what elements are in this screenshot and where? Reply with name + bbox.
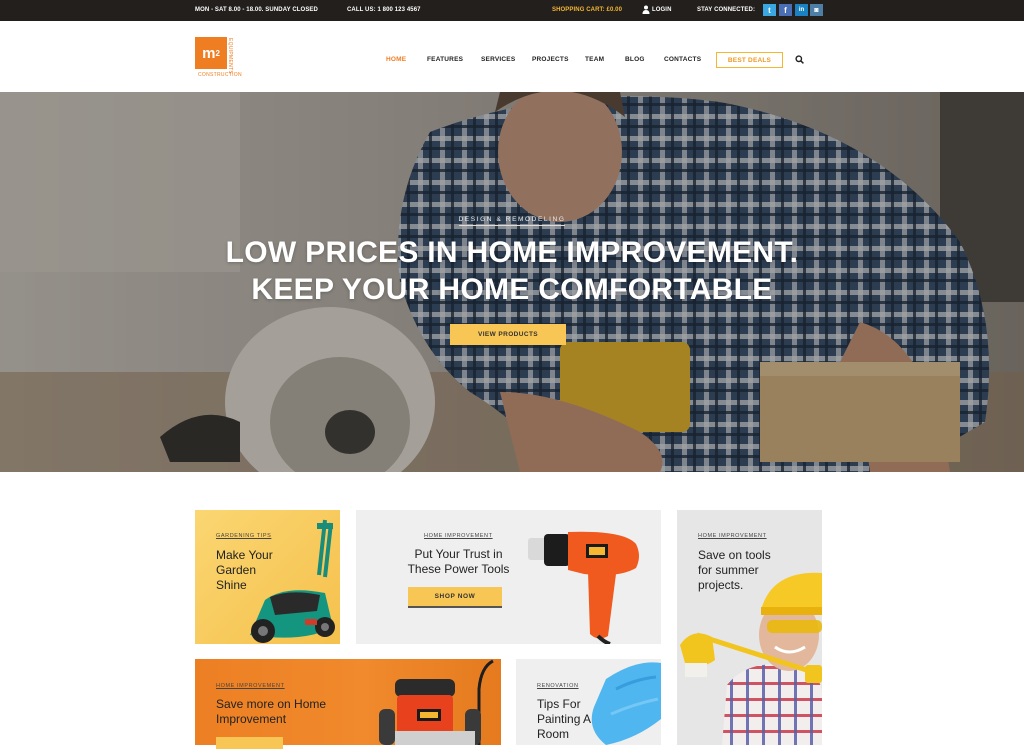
nav-services[interactable]: SERVICES: [481, 56, 515, 63]
nav-team[interactable]: TEAM: [585, 56, 604, 63]
nav-home[interactable]: HOME: [386, 56, 406, 63]
top-bar: MON - SAT 8.00 - 18.00. SUNDAY CLOSED CA…: [0, 0, 1024, 21]
heat-gun-image: [528, 531, 639, 644]
instagram-icon[interactable]: ◙: [810, 4, 823, 16]
shopping-cart-link[interactable]: SHOPPING CART: £0.00: [552, 7, 622, 13]
user-icon[interactable]: [642, 5, 650, 14]
promo-title: Make Your Garden Shine: [216, 548, 273, 592]
opening-hours: MON - SAT 8.00 - 18.00. SUNDAY CLOSED: [195, 7, 318, 13]
best-deals-button[interactable]: BEST DEALS: [716, 52, 783, 68]
nav-features[interactable]: FEATURES: [427, 56, 463, 63]
router-tool-image: [379, 659, 494, 745]
hero-title-line-1: LOW PRICES IN HOME IMPROVEMENT.: [225, 236, 799, 269]
promo-card-home-improvement[interactable]: HOME IMPROVEMENT Save more on Home Impro…: [195, 659, 501, 745]
home-improvement-button[interactable]: [216, 737, 283, 749]
nav-projects[interactable]: PROJECTS: [532, 56, 569, 63]
promo-tag[interactable]: RENOVATION: [537, 683, 579, 689]
promo-title: Save more on Home Improvement: [216, 697, 327, 726]
facebook-icon[interactable]: f: [779, 4, 792, 16]
shop-now-button[interactable]: SHOP NOW: [408, 587, 502, 608]
nav-contacts[interactable]: CONTACTS: [664, 56, 701, 63]
promo-card-renovation[interactable]: RENOVATION Tips For Painting A Room: [516, 659, 661, 745]
logo-mark: m2: [195, 37, 227, 69]
promo-card-power-tools[interactable]: HOME IMPROVEMENT Put Your Trust in These…: [356, 510, 661, 644]
search-icon[interactable]: [795, 55, 804, 64]
linkedin-icon[interactable]: in: [795, 4, 808, 16]
promo-tag[interactable]: HOME IMPROVEMENT: [424, 533, 493, 539]
logo[interactable]: m2 EQUIPMENTS CONSTRUCTION: [195, 37, 243, 82]
promo-card-gardening[interactable]: GARDENING TIPS Make Your Garden Shine: [195, 510, 340, 644]
hero-kicker-text: DESIGN & REMODELING: [458, 216, 566, 226]
logo-letter: m: [202, 44, 216, 62]
stay-connected-label: STAY CONNECTED:: [697, 7, 756, 13]
promo-title: Save on tools for summer projects.: [698, 548, 771, 592]
login-link[interactable]: LOGIN: [652, 7, 672, 13]
hero-kicker: DESIGN & REMODELING: [0, 208, 1024, 226]
logo-under-text: CONSTRUCTION: [198, 72, 242, 78]
twitter-icon[interactable]: t: [763, 4, 776, 16]
phone-number[interactable]: CALL US: 1 800 123 4567: [347, 7, 421, 13]
promo-tag[interactable]: GARDENING TIPS: [216, 533, 271, 539]
nav-blog[interactable]: BLOG: [625, 56, 645, 63]
promo-tag[interactable]: HOME IMPROVEMENT: [698, 533, 767, 539]
logo-side-text: EQUIPMENTS: [227, 38, 233, 75]
promo-tag[interactable]: HOME IMPROVEMENT: [216, 683, 285, 689]
logo-sup: 2: [215, 48, 220, 58]
hero-title: LOW PRICES IN HOME IMPROVEMENT. KEEP YOU…: [0, 234, 1024, 308]
hero-title-line-2: KEEP YOUR HOME COMFORTABLE: [251, 273, 773, 306]
promo-card-summer-tools[interactable]: HOME IMPROVEMENT Save on tools for summe…: [677, 510, 822, 745]
view-products-button[interactable]: VIEW PRODUCTS: [450, 324, 566, 345]
promo-title: Tips For Painting A Room: [537, 697, 591, 741]
promo-title: Put Your Trust in These Power Tools: [407, 547, 510, 576]
